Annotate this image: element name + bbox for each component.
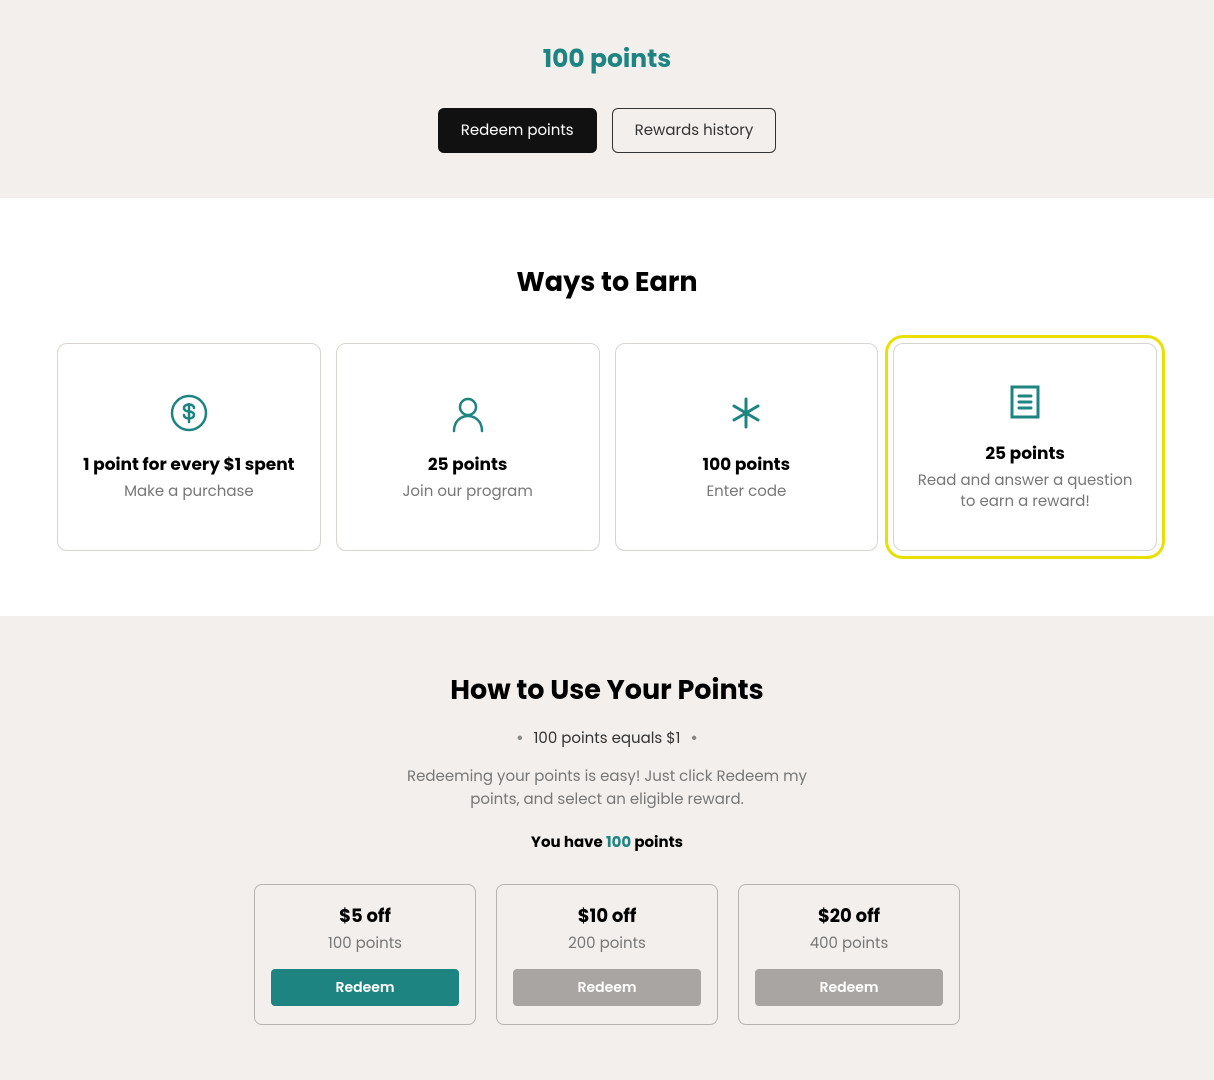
rewards-history-button[interactable]: Rewards history bbox=[612, 108, 777, 153]
earn-card-desc: Read and answer a question to earn a rew… bbox=[914, 470, 1136, 512]
asterisk-icon bbox=[726, 393, 766, 433]
redeem-button-5[interactable]: Redeem bbox=[271, 969, 459, 1006]
earn-card-join[interactable]: 25 points Join our program bbox=[336, 343, 600, 551]
redeem-cost: 100 points bbox=[271, 932, 459, 955]
dot-icon: • bbox=[516, 725, 523, 752]
earn-card-title: 100 points bbox=[703, 451, 790, 477]
earn-card-title: 25 points bbox=[985, 440, 1065, 466]
ways-to-earn-section: Ways to Earn 1 point for every $1 spent … bbox=[0, 198, 1214, 616]
balance-header: 100 points Redeem points Rewards history bbox=[0, 0, 1214, 198]
how-to-use-title: How to Use Your Points bbox=[0, 671, 1214, 711]
you-have-prefix: You have bbox=[531, 832, 606, 853]
points-balance: 100 points bbox=[0, 40, 1214, 78]
you-have-points: You have 100 points bbox=[0, 831, 1214, 854]
redeem-cost: 200 points bbox=[513, 932, 701, 955]
earn-card-code[interactable]: 100 points Enter code bbox=[615, 343, 879, 551]
how-to-use-section: How to Use Your Points • 100 points equa… bbox=[0, 616, 1214, 1080]
dot-icon: • bbox=[690, 725, 697, 752]
redeem-card-20: $20 off 400 points Redeem bbox=[738, 884, 960, 1025]
you-have-suffix: points bbox=[631, 832, 683, 853]
document-icon bbox=[1005, 382, 1045, 422]
redeem-cost: 400 points bbox=[755, 932, 943, 955]
redeem-title: $10 off bbox=[513, 903, 701, 930]
redeem-card-10: $10 off 200 points Redeem bbox=[496, 884, 718, 1025]
earn-card-desc: Enter code bbox=[706, 481, 786, 502]
redeem-button-10[interactable]: Redeem bbox=[513, 969, 701, 1006]
earn-grid: 1 point for every $1 spent Make a purcha… bbox=[57, 343, 1157, 551]
earn-card-question[interactable]: 25 points Read and answer a question to … bbox=[893, 343, 1157, 551]
redeem-description: Redeeming your points is easy! Just clic… bbox=[387, 766, 827, 811]
redeem-title: $5 off bbox=[271, 903, 459, 930]
redeem-title: $20 off bbox=[755, 903, 943, 930]
conversion-row: • 100 points equals $1 • bbox=[0, 725, 1214, 752]
redeem-button-20[interactable]: Redeem bbox=[755, 969, 943, 1006]
dollar-circle-icon bbox=[169, 393, 209, 433]
user-icon bbox=[448, 393, 488, 433]
earn-card-desc: Join our program bbox=[402, 481, 532, 502]
header-button-row: Redeem points Rewards history bbox=[0, 108, 1214, 153]
redeem-grid: $5 off 100 points Redeem $10 off 200 poi… bbox=[0, 884, 1214, 1025]
earn-card-purchase[interactable]: 1 point for every $1 spent Make a purcha… bbox=[57, 343, 321, 551]
you-have-value: 100 bbox=[606, 832, 631, 853]
earn-card-desc: Make a purchase bbox=[124, 481, 254, 502]
earn-card-title: 25 points bbox=[428, 451, 508, 477]
redeem-points-button[interactable]: Redeem points bbox=[438, 108, 597, 153]
conversion-text: 100 points equals $1 bbox=[534, 727, 681, 750]
ways-to-earn-title: Ways to Earn bbox=[50, 263, 1164, 303]
redeem-card-5: $5 off 100 points Redeem bbox=[254, 884, 476, 1025]
earn-card-title: 1 point for every $1 spent bbox=[83, 451, 294, 477]
